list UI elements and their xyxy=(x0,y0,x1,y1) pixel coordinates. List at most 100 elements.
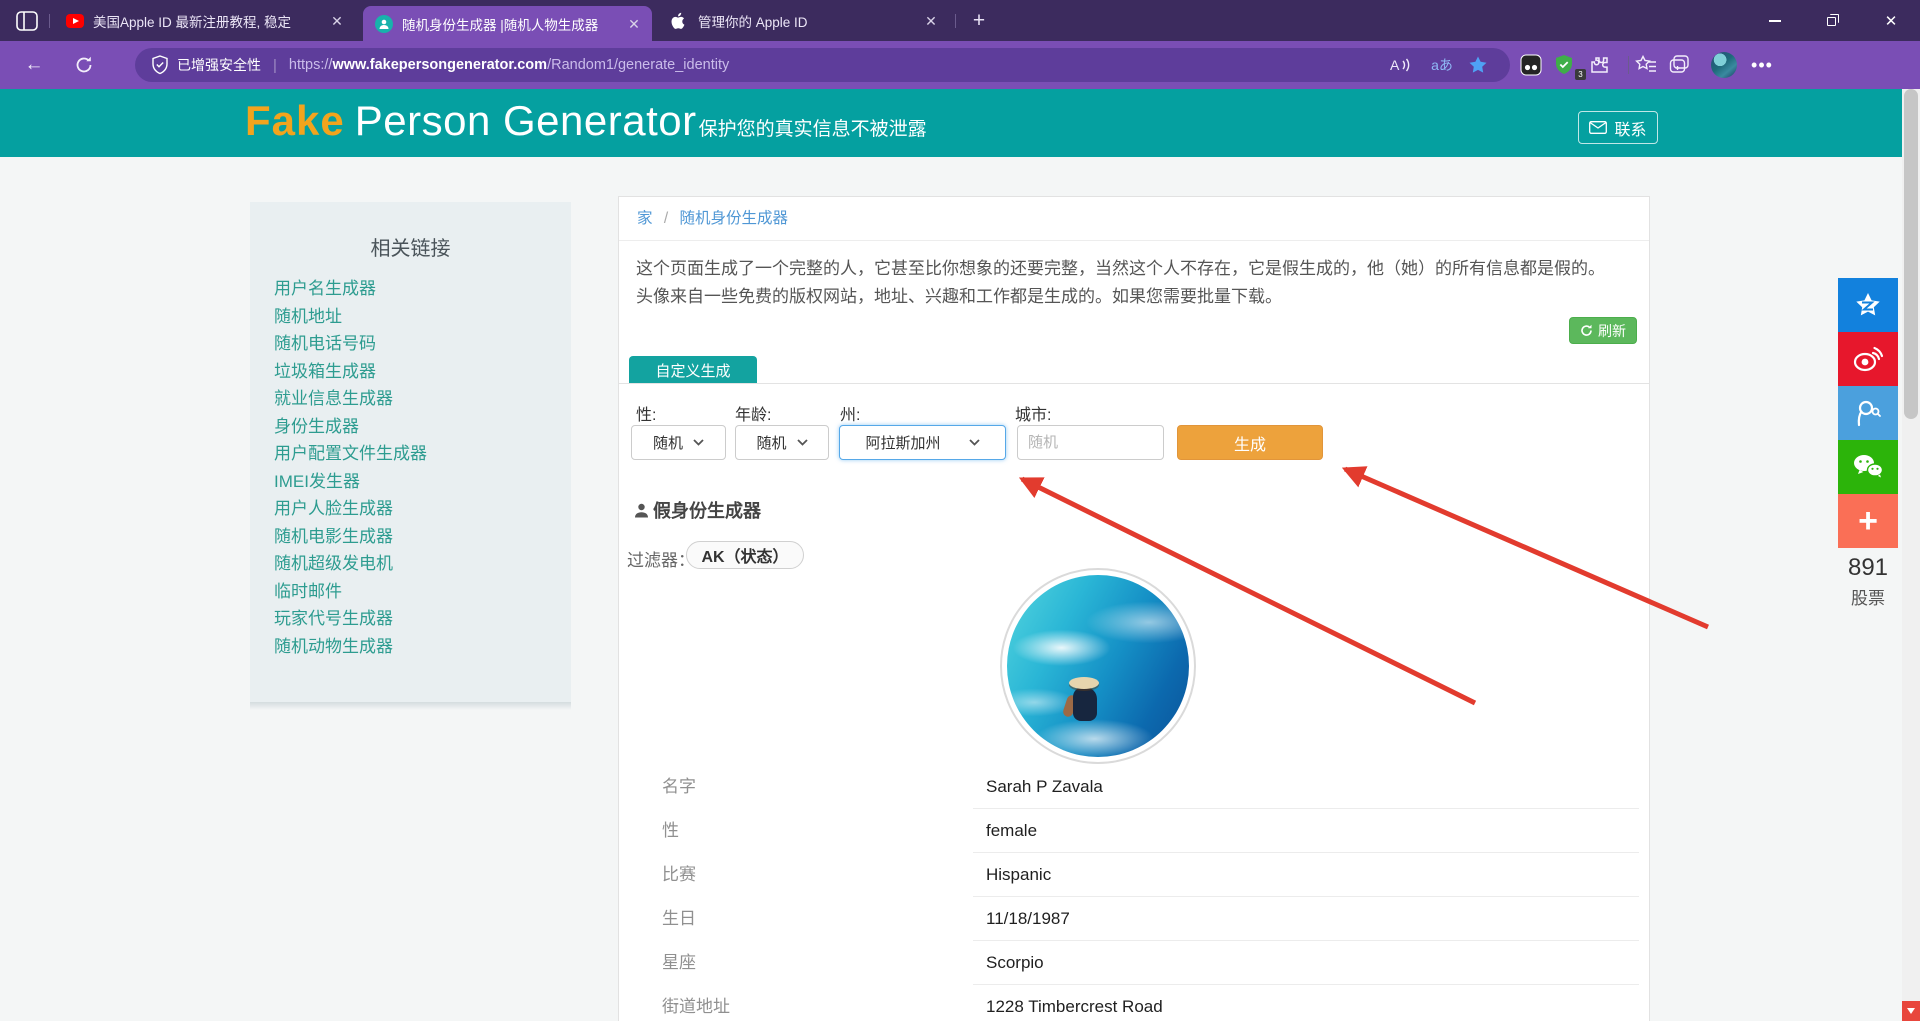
sidebar-link-movie-generator[interactable]: 随机电影生成器 xyxy=(274,523,571,551)
share-qzone-button[interactable] xyxy=(1838,278,1898,332)
state-label: 州: xyxy=(840,401,860,425)
refresh-button[interactable] xyxy=(74,49,106,81)
divider xyxy=(619,383,1649,384)
window-controls: ✕ xyxy=(1746,0,1920,41)
sidebar-link-random-phone[interactable]: 随机电话号码 xyxy=(274,330,571,358)
breadcrumb: 家 / 随机身份生成器 xyxy=(619,197,1649,241)
sex-select-value: 随机 xyxy=(653,432,683,453)
site-logo[interactable]: Fake Person Generator 保护您的真实信息不被泄露 xyxy=(245,97,927,145)
section-title-text: 假身份生成器 xyxy=(653,497,761,523)
breadcrumb-home[interactable]: 家 xyxy=(637,210,653,227)
row-label: 星座 xyxy=(662,941,696,985)
web-page: Fake Person Generator 保护您的真实信息不被泄露 联系 相关… xyxy=(0,89,1920,1021)
state-select[interactable]: 阿拉斯加州 xyxy=(839,425,1006,460)
apple-icon xyxy=(671,12,689,30)
breadcrumb-current[interactable]: 随机身份生成器 xyxy=(679,210,788,227)
sidebar-link-username-generator[interactable]: 用户名生成器 xyxy=(274,275,571,303)
tab-bar: 美国Apple ID 最新注册教程, 稳定 ✕ 随机身份生成器 |随机人物生成器… xyxy=(0,0,1920,41)
page-scrollbar[interactable] xyxy=(1902,89,1920,1021)
breadcrumb-separator: / xyxy=(664,210,668,227)
sidebar-link-gamertag-generator[interactable]: 玩家代号生成器 xyxy=(274,605,571,633)
chevron-down-icon xyxy=(797,439,808,446)
tab-title: 随机身份生成器 |随机人物生成器 xyxy=(402,14,618,34)
address-bar[interactable]: 已增强安全性 | https://www.fakepersongenerator… xyxy=(135,48,1510,82)
url-text[interactable]: https://www.fakepersongenerator.com/Rand… xyxy=(289,57,729,73)
share-count-label: 股票 xyxy=(1838,584,1898,609)
tab-apple-id[interactable]: 管理你的 Apple ID ✕ xyxy=(659,0,949,41)
refresh-label: 刷新 xyxy=(1598,321,1626,341)
page-description: 这个页面生成了一个完整的人，它甚至比你想象的还要完整，当然这个人不存在，它是假生… xyxy=(636,255,1614,311)
generate-button[interactable]: 生成 xyxy=(1177,425,1323,460)
city-input[interactable] xyxy=(1017,425,1164,460)
sidebar-link-imei-generator[interactable]: IMEI发生器 xyxy=(274,468,571,496)
split-screen-icon[interactable] xyxy=(1669,48,1703,82)
row-label: 比赛 xyxy=(662,853,696,897)
site-header: Fake Person Generator 保护您的真实信息不被泄露 联系 xyxy=(0,89,1920,157)
tab-separator xyxy=(955,14,956,28)
share-weibo-button[interactable] xyxy=(1838,332,1898,386)
state-select-value: 阿拉斯加州 xyxy=(865,432,940,453)
sidebar-link-face-generator[interactable]: 用户人脸生成器 xyxy=(274,495,571,523)
favorite-star-icon[interactable] xyxy=(1468,51,1496,79)
tab-activity-icon[interactable] xyxy=(16,8,46,34)
tab-separator xyxy=(49,14,50,28)
mail-icon xyxy=(1589,121,1607,134)
row-value: Scorpio xyxy=(973,941,1639,985)
browser-toolbar: ← 已增强安全性 | https://www.fakepersongenerat… xyxy=(0,41,1920,89)
filter-label: 过滤器： xyxy=(627,546,695,571)
filter-state-button[interactable]: AK（状态） xyxy=(686,541,804,569)
related-links-sidebar: 相关链接 用户名生成器 随机地址 随机电话号码 垃圾箱生成器 就业信息生成器 身… xyxy=(250,202,571,702)
address-bar-icons: A aあ xyxy=(1388,48,1496,82)
toolbar-extensions: 3 ••• xyxy=(1520,48,1779,82)
maximize-button[interactable] xyxy=(1804,0,1862,41)
person-silhouette-icon xyxy=(633,502,650,519)
share-tencent-weibo-button[interactable] xyxy=(1838,386,1898,440)
tab-youtube[interactable]: 美国Apple ID 最新注册教程, 稳定 ✕ xyxy=(54,0,355,41)
extension-icon[interactable] xyxy=(1520,48,1554,82)
contact-button[interactable]: 联系 xyxy=(1578,111,1658,144)
toolbar-separator xyxy=(1628,56,1629,74)
extensions-puzzle-icon[interactable] xyxy=(1588,48,1622,82)
share-wechat-button[interactable] xyxy=(1838,440,1898,494)
adblock-shield-icon[interactable]: 3 xyxy=(1554,48,1588,82)
back-button[interactable]: ← xyxy=(18,49,50,81)
scrollbar-thumb[interactable] xyxy=(1904,89,1918,419)
collections-icon[interactable] xyxy=(1635,48,1669,82)
read-aloud-icon[interactable]: A xyxy=(1388,51,1416,79)
minimize-button[interactable] xyxy=(1746,0,1804,41)
row-value: Hispanic xyxy=(973,853,1639,897)
row-value: 1228 Timbercrest Road xyxy=(973,985,1639,1021)
sidebar-link-identity-generator[interactable]: 身份生成器 xyxy=(274,413,571,441)
table-row: 星座 Scorpio xyxy=(619,941,1649,985)
logo-rest: Person Generator xyxy=(355,97,697,145)
close-icon[interactable]: ✕ xyxy=(923,13,939,29)
share-more-button[interactable]: + xyxy=(1838,494,1898,548)
sidebar-link-temp-mail[interactable]: 临时邮件 xyxy=(274,578,571,606)
sidebar-link-profile-generator[interactable]: 用户配置文件生成器 xyxy=(274,440,571,468)
scroll-bottom-button[interactable] xyxy=(1902,1001,1920,1021)
wechat-icon xyxy=(1852,453,1884,481)
close-window-button[interactable]: ✕ xyxy=(1862,0,1920,41)
close-icon[interactable]: ✕ xyxy=(329,13,345,29)
translate-icon[interactable]: aあ xyxy=(1428,51,1456,79)
settings-menu-button[interactable]: ••• xyxy=(1745,48,1779,82)
sidebar-link-employment-info[interactable]: 就业信息生成器 xyxy=(274,385,571,413)
age-select[interactable]: 随机 xyxy=(735,425,829,460)
sex-select[interactable]: 随机 xyxy=(631,425,726,460)
tab-title: 管理你的 Apple ID xyxy=(698,11,915,31)
new-tab-button[interactable]: + xyxy=(966,8,992,34)
sidebar-link-animal-generator[interactable]: 随机动物生成器 xyxy=(274,633,571,661)
security-status-text: 已增强安全性 xyxy=(177,55,261,75)
tab-custom-generate[interactable]: 自定义生成 xyxy=(629,356,757,384)
city-label: 城市: xyxy=(1015,401,1051,425)
sidebar-link-trash-mail[interactable]: 垃圾箱生成器 xyxy=(274,358,571,386)
chevron-down-icon xyxy=(969,439,980,446)
sidebar-link-superhero-generator[interactable]: 随机超级发电机 xyxy=(274,550,571,578)
sidebar-link-random-address[interactable]: 随机地址 xyxy=(274,303,571,331)
tab-fake-person-generator[interactable]: 随机身份生成器 |随机人物生成器 ✕ xyxy=(363,6,652,41)
security-chip[interactable]: 已增强安全性 xyxy=(151,55,261,75)
refresh-page-button[interactable]: 刷新 xyxy=(1569,317,1637,344)
profile-avatar[interactable] xyxy=(1711,52,1737,78)
site-tagline: 保护您的真实信息不被泄露 xyxy=(699,114,927,141)
close-icon[interactable]: ✕ xyxy=(626,16,642,32)
